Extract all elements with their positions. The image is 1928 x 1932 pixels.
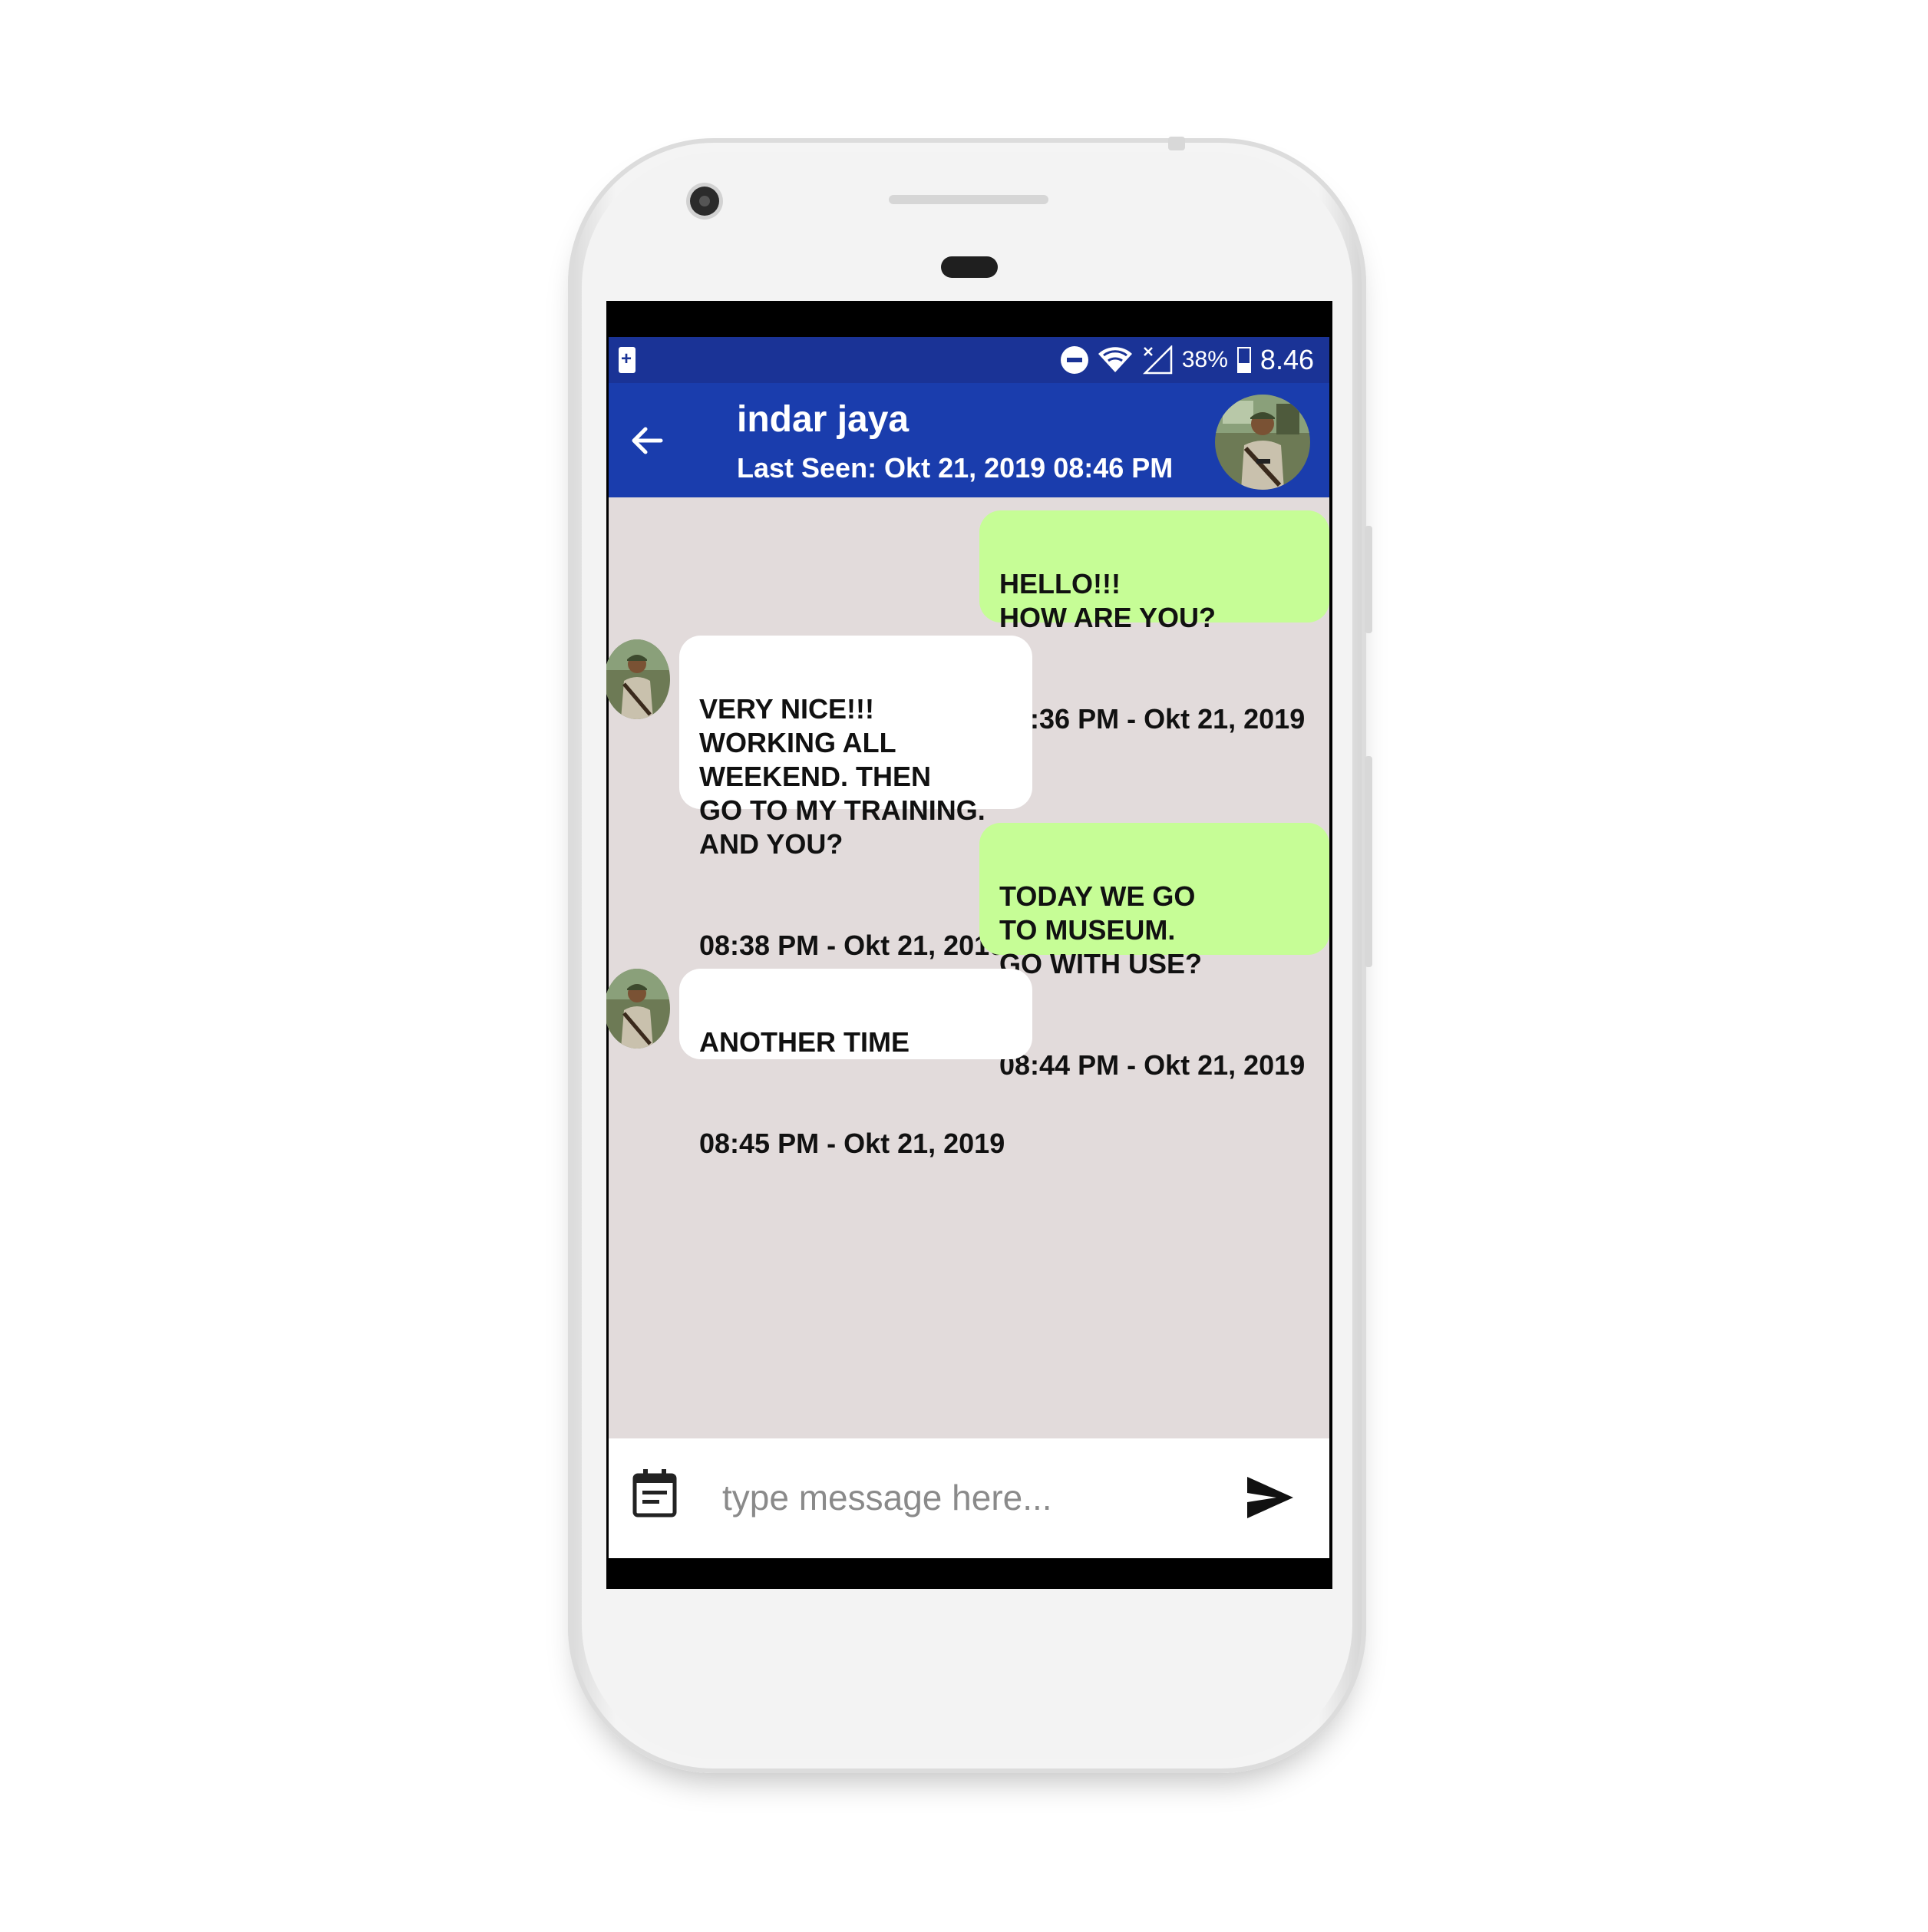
chat-area[interactable]: HELLO!!! HOW ARE YOU? 08:36 PM - Okt 21,… — [606, 497, 1329, 1438]
last-seen-status: Last Seen: Okt 21, 2019 08:46 PM — [737, 452, 1174, 484]
contact-avatar[interactable] — [1215, 395, 1310, 490]
message-time: 08:36 PM - Okt 21, 2019 — [999, 703, 1306, 735]
proximity-sensor — [941, 256, 998, 278]
do-not-disturb-icon — [1060, 346, 1088, 374]
phone-screen: 38% 8.46 indar jaya Last Seen: Okt 21, 2… — [606, 301, 1332, 1589]
arrow-back-icon[interactable] — [624, 418, 670, 464]
message-time: 08:44 PM - Okt 21, 2019 — [999, 1049, 1306, 1081]
phone-volume-button — [1365, 526, 1372, 633]
message-time: 08:38 PM - Okt 21, 2019 — [699, 930, 1005, 961]
message-bubble-incoming: ANOTHER TIME 08:45 PM - Okt 21, 2019 — [679, 969, 1032, 1159]
contact-avatar-small — [606, 969, 670, 1049]
message-time: 08:45 PM - Okt 21, 2019 — [699, 1128, 1005, 1159]
earpiece-speaker — [889, 195, 1048, 204]
calendar-note-icon[interactable] — [632, 1468, 678, 1518]
contact-avatar-small — [606, 639, 670, 719]
contact-name: indar jaya — [737, 399, 910, 440]
message-text: ANOTHER TIME — [699, 1026, 910, 1058]
phone-power-button — [1365, 756, 1372, 967]
wifi-icon — [1098, 347, 1132, 372]
message-bubble-incoming: VERY NICE!!! WORKING ALL WEEKEND. THEN G… — [679, 636, 1032, 961]
message-bubble-outgoing: TODAY WE GO TO MUSEUM. GO WITH USE? 08:4… — [979, 823, 1329, 1081]
message-text: VERY NICE!!! WORKING ALL WEEKEND. THEN G… — [699, 693, 985, 860]
phone-top-button — [1168, 137, 1185, 150]
battery-saver-icon — [619, 347, 636, 373]
message-text: TODAY WE GO TO MUSEUM. GO WITH USE? — [999, 880, 1202, 979]
battery-icon — [1236, 347, 1251, 373]
message-bubble-outgoing: HELLO!!! HOW ARE YOU? 08:36 PM - Okt 21,… — [979, 510, 1329, 735]
status-bar: 38% 8.46 — [609, 337, 1329, 383]
message-input[interactable] — [722, 1471, 1183, 1524]
message-composer — [609, 1438, 1329, 1558]
signal-off-icon — [1142, 345, 1173, 375]
battery-percent: 38% — [1181, 347, 1228, 372]
clock-time: 8.46 — [1259, 344, 1314, 375]
front-camera — [690, 187, 719, 216]
app-bar: indar jaya Last Seen: Okt 21, 2019 08:46… — [609, 383, 1329, 497]
message-text: HELLO!!! HOW ARE YOU? — [999, 568, 1217, 633]
send-icon[interactable] — [1246, 1475, 1295, 1520]
